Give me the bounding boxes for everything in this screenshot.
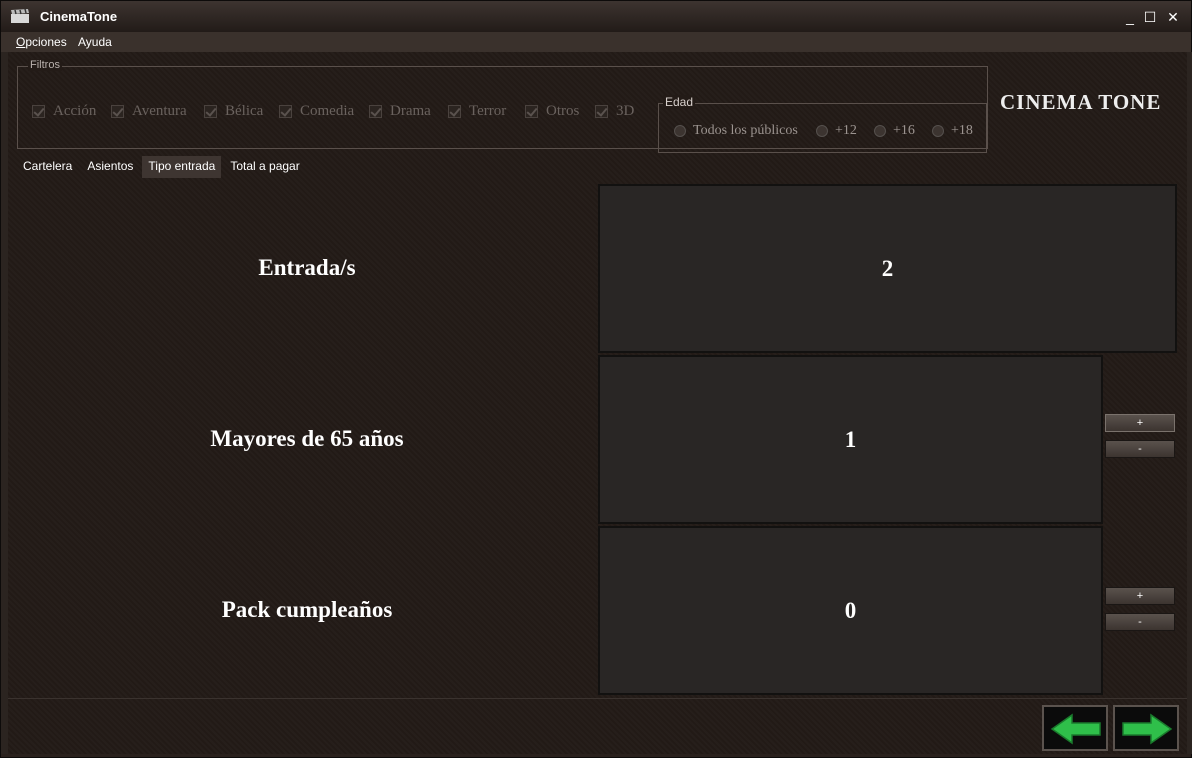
mayores-65-plus-button[interactable]: + bbox=[1105, 414, 1175, 432]
checkbox-check-icon bbox=[369, 105, 382, 118]
radio-12[interactable]: +12 bbox=[816, 123, 857, 139]
radio-16[interactable]: +16 bbox=[874, 123, 915, 139]
radio-label: +18 bbox=[951, 123, 973, 138]
right-edge bbox=[1187, 52, 1192, 754]
genre-checkbox-3d[interactable]: 3D bbox=[595, 103, 634, 120]
genre-label: Terror bbox=[469, 103, 507, 119]
checkbox-check-icon bbox=[525, 105, 538, 118]
filtros-title: Filtros bbox=[28, 59, 62, 71]
mayores-65-label: Mayores de 65 años bbox=[210, 426, 404, 451]
entradas-label: Entrada/s bbox=[258, 255, 356, 280]
footer-divider bbox=[8, 698, 1187, 699]
genre-checkbox-drama[interactable]: Drama bbox=[369, 103, 431, 120]
tab-asientos[interactable]: Asientos bbox=[81, 156, 139, 178]
menu-opciones-label: pciones bbox=[25, 35, 67, 49]
right-arrow-icon bbox=[1122, 713, 1173, 745]
genre-checkbox-terror[interactable]: Terror bbox=[448, 103, 506, 120]
genre-label: 3D bbox=[616, 103, 635, 119]
mayores-65-minus-button[interactable]: - bbox=[1105, 440, 1175, 458]
radio-label: +12 bbox=[835, 123, 857, 138]
clapperboard-icon bbox=[11, 8, 29, 23]
title-bar: CinemaTone _ ☐ ✕ bbox=[1, 1, 1191, 32]
checkbox-check-icon bbox=[279, 105, 292, 118]
close-button[interactable]: ✕ bbox=[1164, 9, 1182, 25]
genre-checkbox-aventura[interactable]: Aventura bbox=[111, 103, 187, 120]
radio-dot-icon bbox=[674, 125, 686, 137]
edad-title: Edad bbox=[663, 95, 696, 109]
left-edge bbox=[1, 52, 8, 754]
left-arrow-icon bbox=[1050, 713, 1101, 745]
genre-label: Otros bbox=[546, 103, 580, 119]
checkbox-check-icon bbox=[111, 105, 124, 118]
maximize-button[interactable]: ☐ bbox=[1141, 9, 1159, 25]
pack-cumpleanos-label: Pack cumpleaños bbox=[221, 597, 393, 622]
entradas-value: 2 bbox=[598, 184, 1177, 353]
window-title: CinemaTone bbox=[40, 9, 118, 24]
checkbox-check-icon bbox=[32, 105, 45, 118]
brand-logo: CINEMA TONE bbox=[1000, 90, 1162, 114]
genre-label: Comedia bbox=[300, 103, 355, 119]
checkbox-check-icon bbox=[204, 105, 217, 118]
radio-todos-publicos[interactable]: Todos los públicos bbox=[674, 123, 798, 139]
menu-ayuda[interactable]: Ayuda bbox=[78, 35, 112, 49]
pack-cumpleanos-minus-button[interactable]: - bbox=[1105, 613, 1175, 631]
pack-cumpleanos-plus-button[interactable]: + bbox=[1105, 587, 1175, 605]
checkbox-check-icon bbox=[448, 105, 461, 118]
mayores-65-value: 1 bbox=[598, 355, 1103, 524]
radio-dot-icon bbox=[874, 125, 886, 137]
pack-cumpleanos-value: 0 bbox=[598, 526, 1103, 695]
checkbox-check-icon bbox=[595, 105, 608, 118]
menu-opciones[interactable]: Opciones bbox=[16, 35, 67, 49]
radio-18[interactable]: +18 bbox=[932, 123, 973, 139]
genre-label: Drama bbox=[390, 103, 431, 119]
menu-bar: Opciones Ayuda bbox=[1, 32, 1191, 52]
radio-label: Todos los públicos bbox=[693, 123, 798, 138]
app-window: CinemaTone _ ☐ ✕ Opciones Ayuda Filtros … bbox=[0, 0, 1192, 758]
genre-checkbox-otros[interactable]: Otros bbox=[525, 103, 579, 120]
radio-label: +16 bbox=[893, 123, 915, 138]
tab-tipo-entrada[interactable]: Tipo entrada bbox=[142, 156, 222, 178]
tab-cartelera[interactable]: Cartelera bbox=[17, 156, 78, 178]
genre-label: Aventura bbox=[132, 103, 187, 119]
genre-checkbox-accion[interactable]: Acción bbox=[32, 103, 96, 120]
menu-opciones-accel: O bbox=[16, 35, 26, 49]
genre-label: Bélica bbox=[225, 103, 264, 119]
genre-label: Acción bbox=[53, 103, 97, 119]
genre-checkbox-belica[interactable]: Bélica bbox=[204, 103, 263, 120]
main-content: Filtros Acción Aventura Bélica Comedia D… bbox=[8, 52, 1187, 754]
next-button[interactable] bbox=[1113, 705, 1179, 751]
back-button[interactable] bbox=[1042, 705, 1108, 751]
radio-dot-icon bbox=[932, 125, 944, 137]
radio-dot-icon bbox=[816, 125, 828, 137]
genre-checkbox-comedia[interactable]: Comedia bbox=[279, 103, 354, 120]
tipo-entrada-panel: Entrada/s 2 Mayores de 65 años 1 + - Pac… bbox=[10, 178, 1187, 698]
tab-bar: Cartelera Asientos Tipo entrada Total a … bbox=[17, 156, 309, 178]
filtros-group: Filtros Acción Aventura Bélica Comedia D… bbox=[17, 59, 988, 153]
tab-total-a-pagar[interactable]: Total a pagar bbox=[224, 156, 305, 178]
minimize-button[interactable]: _ bbox=[1121, 9, 1139, 25]
edad-group: Edad Todos los públicos +12 +16 +18 bbox=[658, 95, 987, 153]
